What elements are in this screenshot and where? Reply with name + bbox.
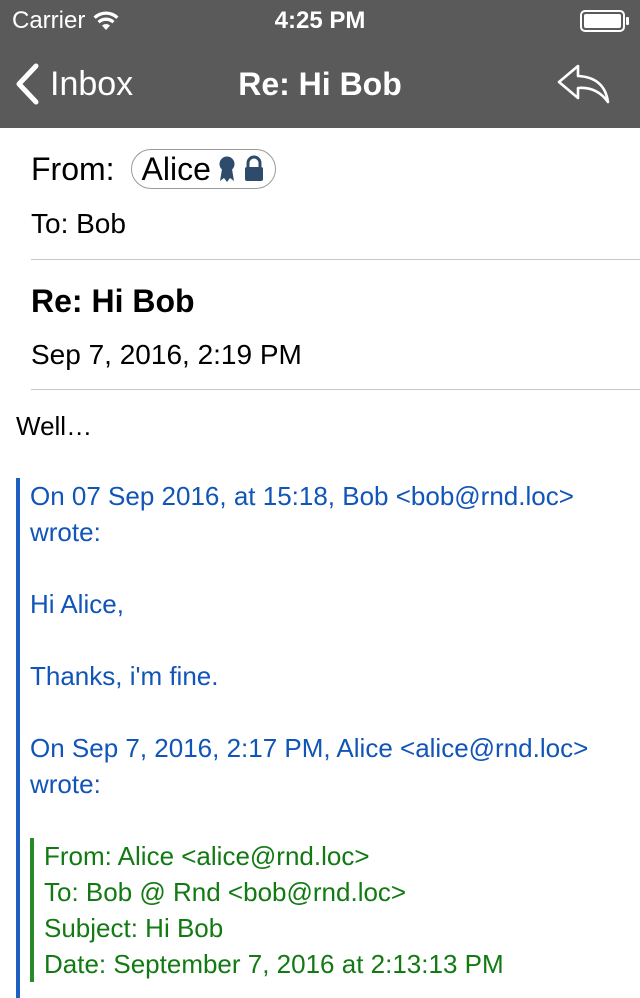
subject-divider: [31, 389, 640, 390]
back-button[interactable]: Inbox: [14, 60, 133, 108]
quoted-reply-level1: On 07 Sep 2016, at 15:18, Bob <bob@rnd.l…: [16, 478, 640, 998]
back-label: Inbox: [50, 65, 134, 103]
chevron-left-icon: [16, 63, 39, 105]
header-divider: [31, 259, 640, 260]
status-time: 4:25 PM: [274, 7, 366, 34]
quote2-date: Date: September 7, 2016 at 2:13:13 PM: [44, 949, 504, 979]
message-subject: Re: Hi Bob: [31, 283, 195, 319]
quote2-from: From: Alice <alice@rnd.loc>: [44, 841, 370, 871]
from-row: From: Alice: [31, 148, 276, 190]
quote-message: Thanks, i'm fine.: [30, 661, 219, 691]
quoted-reply-level2: From: Alice <alice@rnd.loc> To: Bob @ Rn…: [30, 838, 640, 982]
sender-chip[interactable]: Alice: [130, 149, 276, 189]
quote-greeting: Hi Alice,: [30, 589, 124, 619]
quote-attribution-2: On Sep 7, 2016, 2:17 PM, Alice <alice@rn…: [30, 733, 589, 799]
message-date: Sep 7, 2016, 2:19 PM: [31, 339, 302, 370]
quote-attribution: On 07 Sep 2016, at 15:18, Bob <bob@rnd.l…: [30, 481, 574, 547]
sender-name: Alice: [141, 151, 211, 187]
quote2-subject: Subject: Hi Bob: [44, 913, 224, 943]
verified-badge-icon: [219, 156, 235, 182]
quote2-to: To: Bob @ Rnd <bob@rnd.loc>: [44, 877, 407, 907]
reply-icon[interactable]: [556, 62, 612, 106]
to-line: To: Bob: [31, 208, 126, 239]
lock-icon: [244, 155, 263, 181]
battery-icon: [580, 10, 629, 32]
from-label: From:: [31, 151, 115, 187]
top-bar: Carrier 4:25 PM Inbox Re: Hi Bob: [0, 0, 640, 128]
body-intro: Well…: [16, 411, 93, 441]
